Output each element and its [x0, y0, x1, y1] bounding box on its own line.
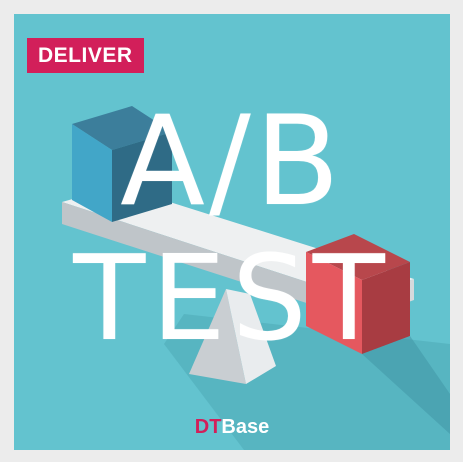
- headline-test: TEST: [73, 229, 391, 367]
- ab-test-poster: DELIVER A/B TEST DTBase: [14, 14, 450, 450]
- brand-logo: DTBase: [14, 416, 450, 438]
- headline-ab: A/B: [120, 90, 344, 234]
- deliver-badge: DELIVER: [27, 38, 144, 73]
- brand-suffix: Base: [221, 416, 270, 438]
- brand-prefix: DT: [194, 416, 222, 438]
- frame: DELIVER A/B TEST DTBase: [0, 0, 463, 462]
